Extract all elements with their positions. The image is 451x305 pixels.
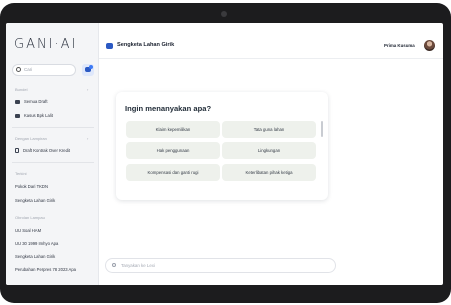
section-label-obrolan-lampau: Obrolan Lampau bbox=[15, 215, 45, 220]
tablet-device: GANI·AI Cari Bundel › Semua Draft Kasus … bbox=[0, 0, 451, 305]
app-logo: GANI·AI bbox=[14, 37, 78, 52]
chat-input[interactable]: Tanyakan ke Lexi bbox=[105, 258, 336, 273]
user-avatar[interactable] bbox=[424, 40, 435, 51]
prompt-card-title: Ingin menanyakan apa? bbox=[125, 104, 212, 113]
section-label-dengan-lampiran[interactable]: Dengan Lampiran › bbox=[15, 136, 88, 141]
new-chat-button[interactable] bbox=[82, 64, 94, 76]
search-placeholder: Cari bbox=[24, 67, 33, 72]
device-bezel: GANI·AI Cari Bundel › Semua Draft Kasus … bbox=[0, 3, 451, 303]
option-tata-guna-lahan[interactable]: Tata guna lahan bbox=[222, 121, 316, 138]
card-scrollbar[interactable] bbox=[321, 121, 323, 137]
sidebar-item-sengketa-lahan-girik[interactable]: Sengketa Lahan Girik bbox=[15, 198, 55, 203]
option-lingkungan[interactable]: Lingkungan bbox=[222, 142, 316, 159]
option-keterlibatan-pihak-ketiga[interactable]: Keterlibatan pihak ketiga bbox=[222, 164, 316, 181]
camera-dot bbox=[221, 11, 227, 17]
sidebar-item-kasus-bpk-lalit[interactable]: Kasus Bpk Lalit bbox=[15, 113, 53, 118]
divider bbox=[12, 127, 94, 128]
section-label-terkini: Terkini bbox=[15, 171, 27, 176]
chevron-icon: › bbox=[87, 87, 89, 92]
option-klaim-kepemilikan[interactable]: Klaim kepemilikan bbox=[126, 121, 220, 138]
search-icon bbox=[16, 67, 21, 72]
chat-title: Sengketa Lahan Girik bbox=[117, 42, 175, 48]
sidebar-item-perubahan-perpres[interactable]: Perubahan Perpres 78 2023 Apa bbox=[15, 267, 76, 272]
prompt-card: Ingin menanyakan apa? Klaim kepemilikan … bbox=[116, 92, 328, 200]
sidebar-item-draft-kontrak[interactable]: Draft Kontrak Over Kredit bbox=[15, 148, 70, 153]
option-hak-penggunaan[interactable]: Hak penggunaan bbox=[126, 142, 220, 159]
chevron-icon: › bbox=[87, 136, 89, 141]
sidebar-item-semua-draft[interactable]: Semua Draft bbox=[15, 99, 48, 104]
sidebar-item-sengketa-lahan-girik-2[interactable]: Sengketa Lahan Girik bbox=[15, 254, 55, 259]
section-label-bundel[interactable]: Bundel › bbox=[15, 87, 88, 92]
sidebar-item-pokok-dari-tkdn[interactable]: Pokok Dari TKDN bbox=[15, 184, 48, 189]
search-input[interactable]: Cari bbox=[12, 64, 76, 76]
document-icon bbox=[15, 148, 19, 153]
user-name[interactable]: Prima Kusuma bbox=[384, 43, 415, 48]
sidebar-item-uu-30-1999[interactable]: UU 30 1999 Imhyo Apa bbox=[15, 241, 58, 246]
sidebar: GANI·AI Cari Bundel › Semua Draft Kasus … bbox=[6, 23, 99, 285]
divider bbox=[12, 162, 94, 163]
chat-input-placeholder: Tanyakan ke Lexi bbox=[121, 263, 155, 268]
top-bar: Sengketa Lahan Girik Prima Kusuma bbox=[99, 23, 443, 59]
notification-dot bbox=[89, 65, 93, 69]
folder-icon bbox=[15, 113, 20, 118]
chat-icon bbox=[106, 43, 113, 49]
sidebar-item-uu-soal-ham[interactable]: UU Soal HAM bbox=[15, 228, 41, 233]
search-icon bbox=[112, 263, 116, 267]
folder-icon bbox=[15, 99, 20, 104]
option-kompensasi[interactable]: Kompensasi dan ganti rugi bbox=[126, 164, 220, 181]
app-screen: GANI·AI Cari Bundel › Semua Draft Kasus … bbox=[6, 23, 443, 285]
